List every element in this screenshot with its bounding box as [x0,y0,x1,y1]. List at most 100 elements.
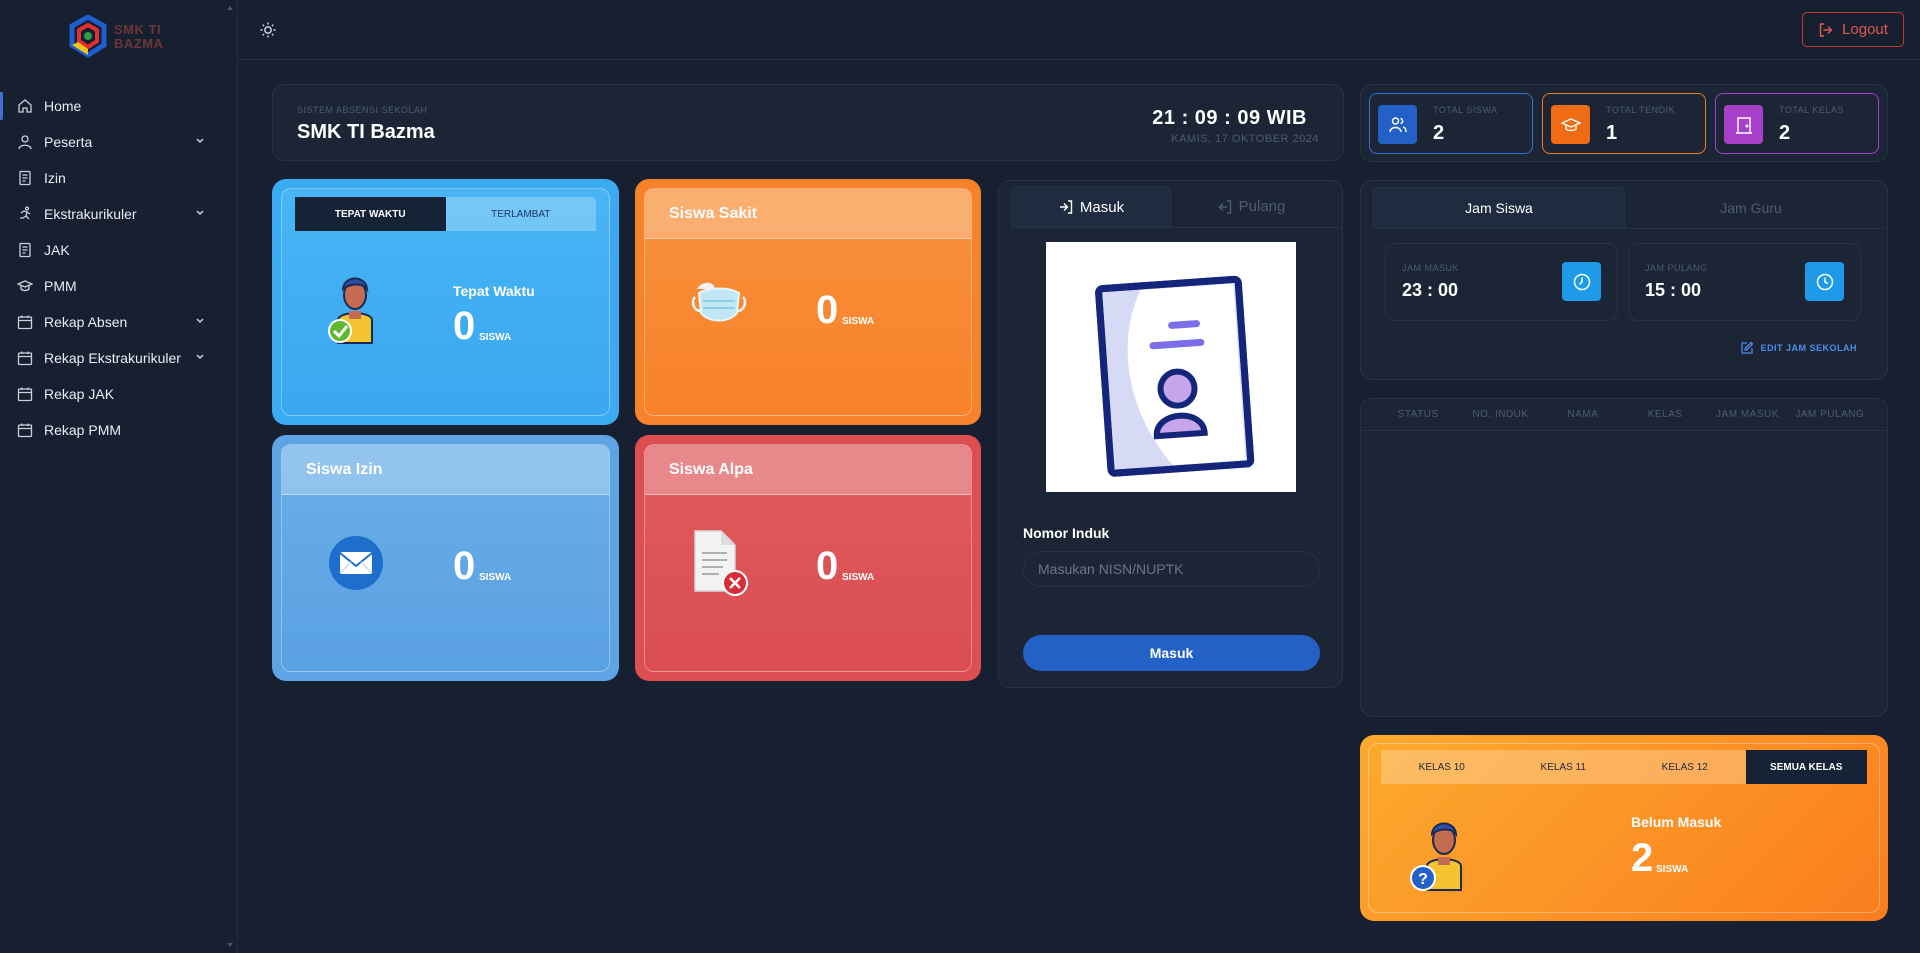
brand-logo[interactable]: SMK TI BAZMA [0,0,237,74]
school-header-panel: SISTEM ABSENSI SEKOLAH SMK TI Bazma 21 :… [272,84,1344,161]
sidebar-item-label: Peserta [44,134,93,150]
school-logo-icon [69,15,107,58]
table-header-row: STATUS NO. INDUK NAMA KELAS JAM MASUK JA… [1361,399,1887,431]
column-nama[interactable]: NAMA [1542,399,1624,430]
chevron-down-icon [196,210,204,216]
siswa-izin-count: 0 [453,544,476,588]
siswa-izin-title: Siswa Izin [282,445,609,495]
tab-kelas-11[interactable]: KELAS 11 [1503,750,1625,784]
tepat-waktu-title: Tepat Waktu [453,283,535,299]
users-icon [1378,105,1417,144]
nomor-induk-label: Nomor Induk [1023,525,1110,541]
sidebar-item-rekap-jak[interactable]: Rekap JAK [0,376,237,412]
document-icon [19,170,31,186]
column-jam-pulang[interactable]: JAM PULANG [1789,399,1871,430]
belum-masuk-count: 2 [1631,836,1654,880]
siswa-izin-card: Siswa Izin 0 SISWA [272,435,619,681]
current-date: KAMIS, 17 OKTOBER 2024 [1171,133,1319,145]
column-jam-masuk[interactable]: JAM MASUK [1706,399,1788,430]
siswa-alpa-count: 0 [816,544,839,588]
tepat-waktu-count: 0 [453,304,476,348]
sidebar-item-pmm[interactable]: PMM [0,268,237,304]
jam-sekolah-card: Jam Siswa Jam Guru JAM MASUK 23 : 00 JAM… [1360,180,1888,380]
live-clock: 21 : 09 : 09 WIB [1152,107,1307,129]
jam-masuk-value: 23 : 00 [1402,280,1459,300]
nisn-input[interactable] [1023,551,1320,587]
tab-semua-kelas[interactable]: SEMUA KELAS [1745,750,1867,784]
tab-kelas-12[interactable]: KELAS 12 [1624,750,1746,784]
logout-label: Logout [1842,21,1888,38]
siswa-izin-unit: SISWA [479,572,512,583]
total-kelas-label: TOTAL KELAS [1779,105,1844,115]
siswa-sakit-card: Siswa Sakit 0 SISWA [635,179,981,425]
belum-masuk-card: KELAS 10 KELAS 11 KELAS 12 SEMUA KELAS ?… [1360,735,1888,921]
sun-icon[interactable] [259,21,277,39]
sidebar-item-izin[interactable]: Izin [0,160,237,196]
sidebar-item-peserta[interactable]: Peserta [0,124,237,160]
logout-button[interactable]: Logout [1802,12,1904,47]
sidebar-item-home[interactable]: Home [0,88,237,124]
tab-kelas-10[interactable]: KELAS 10 [1381,750,1503,784]
sidebar-item-rekap-pmm[interactable]: Rekap PMM [0,412,237,448]
id-card-icon [1095,275,1255,477]
masuk-pulang-tabs: Masuk Pulang [1011,186,1342,228]
tab-jam-siswa[interactable]: Jam Siswa [1373,187,1625,228]
siswa-alpa-unit: SISWA [842,572,875,583]
tab-masuk-label: Masuk [1079,198,1125,216]
kelas-tabs: KELAS 10 KELAS 11 KELAS 12 SEMUA KELAS [1381,750,1867,784]
sidebar-item-jak[interactable]: JAK [0,232,237,268]
column-no-induk[interactable]: NO. INDUK [1459,399,1541,430]
jam-pulang-label: JAM PULANG [1645,263,1708,273]
sidebar-item-rekap-absen[interactable]: Rekap Absen [0,304,237,340]
sidebar-scroll-up-arrow[interactable] [227,6,233,10]
jam-tabs: Jam Siswa Jam Guru [1373,187,1887,229]
calendar-icon [17,351,33,366]
sidebar-item-label: Rekap Absen [44,314,128,330]
tab-pulang[interactable]: Pulang [1171,186,1331,227]
chevron-down-icon [196,138,204,144]
clock-icon[interactable] [1562,262,1601,301]
totals-panel: TOTAL SISWA 2 TOTAL TENDIK 1 TOTAL KELAS… [1360,84,1888,162]
logout-icon [1218,199,1231,214]
total-siswa-box: TOTAL SISWA 2 [1369,93,1533,154]
sidebar-nav: Home Peserta Izin Ekstrakurikuler JAK PM… [0,88,237,448]
sidebar-scroll-down-arrow[interactable] [227,943,233,947]
brand-line-1: SMK TI [114,22,162,37]
system-subtitle: SISTEM ABSENSI SEKOLAH [297,105,428,115]
tepat-terlambat-tabs: TEPAT WAKTU TERLAMBAT [295,197,596,231]
sidebar-item-ekstrakurikuler[interactable]: Ekstrakurikuler [0,196,237,232]
school-name: SMK TI Bazma [297,121,435,143]
chevron-down-icon [196,318,204,324]
sidebar-item-rekap-ekstrakurikuler[interactable]: Rekap Ekstrakurikuler [0,340,237,376]
tepat-waktu-unit: SISWA [479,332,512,343]
edit-jam-sekolah-link[interactable]: EDIT JAM SEKOLAH [1740,341,1857,355]
clock-icon[interactable] [1805,262,1844,301]
graduation-cap-icon [17,280,33,292]
brand-line-2: BAZMA [114,36,164,51]
attendance-form-card: Masuk Pulang Nomor Induk Masuk [998,180,1343,688]
document-icon [19,242,31,258]
tab-terlambat[interactable]: TERLAMBAT [446,197,597,231]
jam-pulang-box: JAM PULANG 15 : 00 [1628,243,1861,321]
total-kelas-value: 2 [1779,122,1791,144]
tab-tepat-waktu[interactable]: TEPAT WAKTU [295,197,446,231]
siswa-alpa-title: Siswa Alpa [645,445,971,495]
login-icon [1059,200,1073,214]
student-question-icon: ? [1410,822,1462,891]
sidebar: SMK TI BAZMA Home Peserta Izin Ekstrakur… [0,0,238,953]
siswa-alpa-card: Siswa Alpa 0 SISWA [635,435,981,681]
top-bar: Logout [239,0,1920,60]
column-status[interactable]: STATUS [1377,399,1459,430]
sidebar-item-label: Izin [44,170,66,186]
envelope-icon [329,536,383,590]
total-kelas-box: TOTAL KELAS 2 [1715,93,1879,154]
sidebar-item-label: Rekap PMM [44,422,122,438]
tab-jam-guru[interactable]: Jam Guru [1625,187,1877,228]
tab-masuk[interactable]: Masuk [1011,186,1171,227]
svg-text:?: ? [1418,871,1428,888]
masuk-submit-button[interactable]: Masuk [1023,635,1320,671]
column-kelas[interactable]: KELAS [1624,399,1706,430]
edit-jam-label: EDIT JAM SEKOLAH [1760,343,1857,353]
tepat-waktu-card: TEPAT WAKTU TERLAMBAT Tepat Waktu 0 SISW… [272,179,619,425]
siswa-sakit-title: Siswa Sakit [645,189,971,239]
